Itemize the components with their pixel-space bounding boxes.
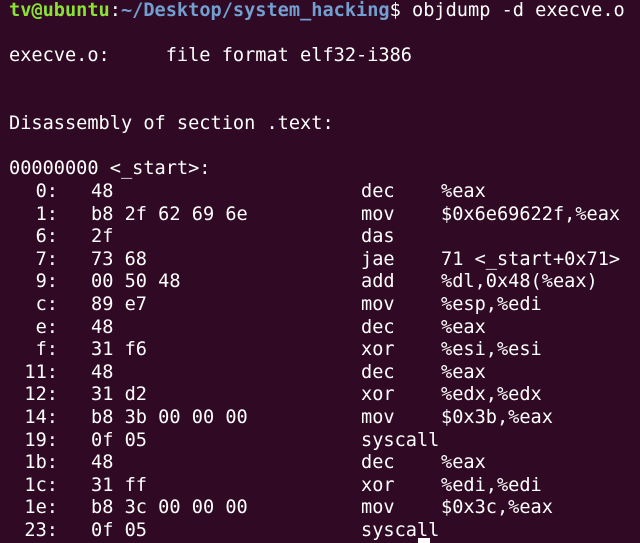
file-format-line: execve.o: file format elf32-i386 (9, 45, 412, 66)
instruction-mnemonic: jae (361, 248, 395, 270)
prompt-separator: : (109, 0, 121, 21)
instruction-bytes: b8 3c 00 00 00 (91, 497, 248, 519)
instruction-operands: %eax (441, 452, 486, 474)
instruction-mnemonic: xor (361, 339, 395, 361)
prompt-symbol: $ (389, 0, 401, 21)
disassembly-row: 19: 0f 05 syscall (0, 430, 640, 453)
instruction-bytes: 0f 05 (91, 429, 147, 451)
instruction-offset: f: (35, 339, 58, 361)
instruction-offset: 1b: (24, 452, 58, 474)
disassembly-row: 6: 2f das (0, 226, 640, 249)
instruction-mnemonic: dec (361, 452, 395, 474)
instruction-bytes: 48 (91, 361, 114, 383)
disassembly-row: f: 31 f6 xor %esi,%esi (0, 339, 640, 362)
instruction-operands: %eax (441, 316, 486, 338)
instruction-offset: 6: (35, 226, 58, 248)
instruction-bytes: 00 50 48 (91, 271, 181, 293)
disassembly-row: 9: 00 50 48 add %dl,0x48(%eax) (0, 271, 640, 294)
section-heading: Disassembly of section .text: (9, 113, 334, 134)
disassembly-row: 23: 0f 05 syscall (0, 520, 640, 543)
instruction-offset: 1: (35, 203, 58, 225)
instruction-offset: 1e: (24, 497, 58, 519)
instruction-bytes: 0f 05 (91, 520, 147, 541)
instruction-bytes: b8 3b 00 00 00 (91, 407, 248, 428)
disassembly-row: 0: 48 dec %eax (0, 181, 640, 204)
disassembly-row: 1: b8 2f 62 69 6e mov $0x6e69622f,%eax (0, 204, 640, 227)
instruction-operands: %esi,%esi (441, 339, 542, 361)
instruction-mnemonic: dec (361, 181, 395, 202)
instruction-mnemonic: mov (361, 203, 395, 225)
instruction-offset: 0: (35, 181, 58, 202)
instruction-offset: c: (35, 294, 58, 315)
instruction-mnemonic: mov (361, 407, 395, 428)
instruction-offset: 11: (24, 361, 58, 383)
disassembly-row: 1e: b8 3c 00 00 00 mov $0x3c,%eax (0, 497, 640, 520)
instruction-mnemonic: das (361, 226, 395, 248)
instruction-mnemonic: add (361, 271, 395, 293)
instruction-operands: $0x6e69622f,%eax (441, 203, 621, 225)
instruction-offset: 7: (35, 248, 58, 270)
instruction-bytes: 73 68 (91, 248, 147, 270)
instruction-operands: %eax (441, 361, 486, 383)
instruction-bytes: 31 d2 (91, 384, 147, 406)
instruction-bytes: 31 ff (91, 474, 147, 496)
symbol-label: 00000000 <_start>: (9, 158, 211, 179)
prompt-command: objdump -d execve.o (400, 0, 625, 21)
prompt-path: ~/Desktop/system_hacking (120, 0, 390, 21)
instruction-mnemonic: xor (361, 384, 395, 406)
instruction-mnemonic: mov (361, 294, 395, 315)
instruction-bytes: 48 (91, 452, 114, 474)
instruction-offset: 1c: (24, 474, 58, 496)
text-cursor (418, 538, 430, 543)
terminal-window[interactable]: tv@ubuntu:~/Desktop/system_hacking$ objd… (0, 0, 640, 543)
instruction-mnemonic: dec (361, 361, 395, 383)
instruction-bytes: 48 (91, 316, 114, 338)
instruction-mnemonic: mov (361, 497, 395, 519)
disassembly-row: e: 48 dec %eax (0, 317, 640, 340)
instruction-bytes: 89 e7 (91, 294, 147, 315)
instruction-operands: %edi,%edi (441, 474, 542, 496)
disassembly-row: 12: 31 d2 xor %edx,%edx (0, 384, 640, 407)
instruction-offset: 12: (24, 384, 58, 406)
instruction-operands: %dl,0x48(%eax) (441, 271, 598, 293)
instruction-bytes: 2f (91, 226, 114, 248)
instruction-mnemonic: syscall (361, 429, 440, 451)
instruction-operands: %edx,%edx (441, 384, 542, 406)
disassembly-row: 1b: 48 dec %eax (0, 452, 640, 475)
instruction-bytes: 48 (91, 181, 114, 202)
disassembly-row: 7: 73 68 jae 71 <_start+0x71> (0, 249, 640, 272)
instruction-offset: 19: (24, 429, 58, 451)
instruction-operands: %eax (441, 181, 486, 202)
instruction-bytes: b8 2f 62 69 6e (91, 203, 248, 225)
instruction-mnemonic: xor (361, 474, 395, 496)
instruction-mnemonic: dec (361, 316, 395, 338)
instruction-operands: 71 <_start+0x71> (441, 248, 621, 270)
disassembly-row: 14: b8 3b 00 00 00 mov $0x3b,%eax (0, 407, 640, 430)
instruction-operands: $0x3c,%eax (441, 497, 553, 519)
disassembly-row: 1c: 31 ff xor %edi,%edi (0, 475, 640, 498)
prompt-line: tv@ubuntu:~/Desktop/system_hacking$ objd… (9, 0, 625, 23)
instruction-operands: %esp,%edi (441, 294, 542, 315)
disassembly-row: c: 89 e7 mov %esp,%edi (0, 294, 640, 317)
instruction-offset: 14: (24, 407, 58, 428)
instruction-offset: e: (35, 316, 58, 338)
disassembly-row: 11: 48 dec %eax (0, 362, 640, 385)
prompt-user-host: tv@ubuntu (9, 0, 110, 21)
instruction-offset: 9: (35, 271, 58, 293)
instruction-operands: $0x3b,%eax (441, 407, 553, 428)
instruction-offset: 23: (24, 520, 58, 541)
instruction-bytes: 31 f6 (91, 339, 147, 361)
